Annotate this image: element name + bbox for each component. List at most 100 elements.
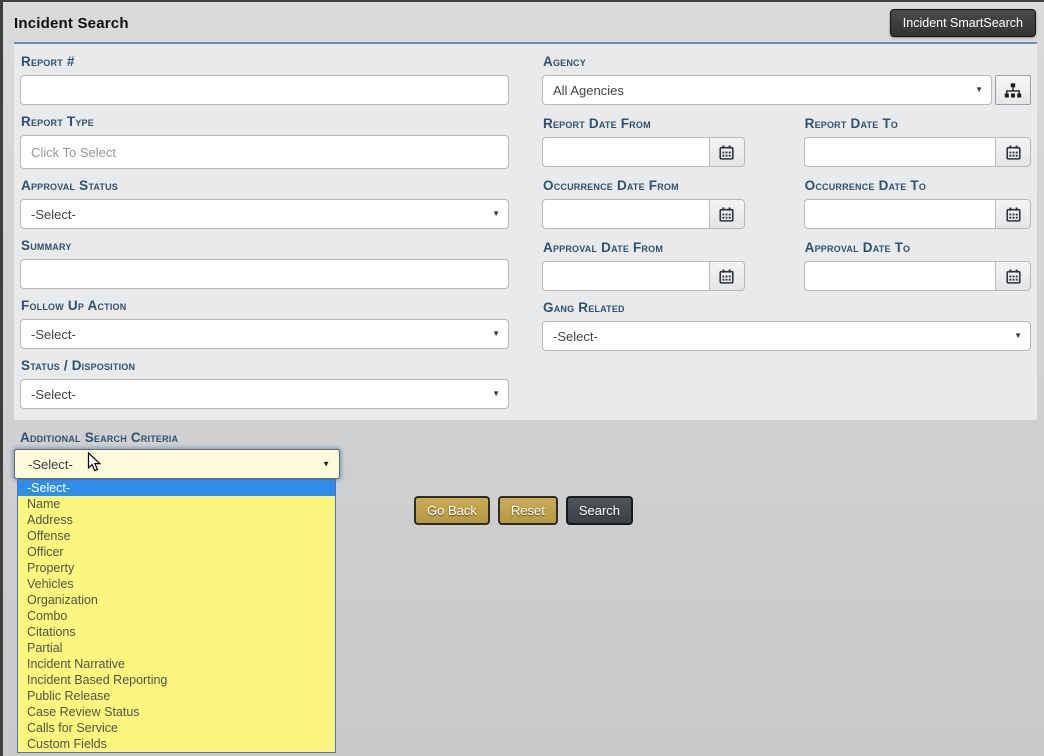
- dropdown-option[interactable]: Name: [18, 496, 335, 512]
- report-type-input[interactable]: [20, 135, 509, 169]
- status-disposition-label: Status / Disposition: [21, 358, 509, 373]
- gang-related-value: -Select-: [553, 329, 598, 344]
- sitemap-icon: [1004, 83, 1022, 98]
- follow-up-action-field: Follow Up Action -Select- ▼: [20, 298, 509, 349]
- dropdown-option[interactable]: Case Review Status: [18, 704, 335, 720]
- agency-field: Agency All Agencies ▼: [542, 54, 1031, 105]
- dropdown-option[interactable]: Partial: [18, 640, 335, 656]
- calendar-icon: [719, 145, 734, 160]
- report-date-to-label: Report Date To: [805, 116, 1031, 131]
- occurrence-date-to-label: Occurrence Date To: [805, 178, 1031, 193]
- report-date-row: Report Date From: [542, 114, 1031, 167]
- occurrence-date-from-input[interactable]: [542, 199, 709, 229]
- agency-value: All Agencies: [553, 83, 624, 98]
- approval-date-from-input[interactable]: [542, 261, 709, 291]
- occurrence-date-from-label: Occurrence Date From: [543, 178, 745, 193]
- additional-criteria-label: Additional Search Criteria: [20, 430, 340, 445]
- occurrence-date-to-field: Occurrence Date To: [804, 176, 1031, 229]
- dropdown-option[interactable]: Incident Narrative: [18, 656, 335, 672]
- report-date-to-input[interactable]: [804, 137, 995, 167]
- calendar-icon: [719, 207, 734, 222]
- agency-select[interactable]: All Agencies ▼: [542, 75, 992, 105]
- search-form-panel: Report # Report Type Approval Status -Se…: [14, 42, 1037, 420]
- report-date-from-field: Report Date From: [542, 114, 745, 167]
- dropdown-option[interactable]: Officer: [18, 544, 335, 560]
- status-disposition-field: Status / Disposition -Select- ▼: [20, 358, 509, 409]
- reset-button[interactable]: Reset: [498, 496, 558, 525]
- report-type-field: Report Type: [20, 114, 509, 169]
- dropdown-option[interactable]: Custom Fields: [18, 736, 335, 752]
- right-column: Agency All Agencies ▼: [542, 52, 1031, 418]
- follow-up-action-select[interactable]: -Select- ▼: [20, 319, 509, 349]
- dropdown-option[interactable]: Public Release: [18, 688, 335, 704]
- chevron-down-icon: ▼: [492, 390, 500, 398]
- report-date-to-field: Report Date To: [804, 114, 1031, 167]
- report-date-from-input[interactable]: [542, 137, 709, 167]
- dropdown-option[interactable]: Offense: [18, 528, 335, 544]
- follow-up-action-label: Follow Up Action: [21, 298, 509, 313]
- approval-date-from-label: Approval Date From: [543, 240, 745, 255]
- incident-search-page: Incident Search Incident SmartSearch Rep…: [0, 0, 1044, 756]
- agency-hierarchy-button[interactable]: [995, 75, 1031, 105]
- dropdown-option[interactable]: Calls for Service: [18, 720, 335, 736]
- report-date-to-calendar-button[interactable]: [995, 137, 1031, 167]
- status-disposition-value: -Select-: [31, 387, 76, 402]
- follow-up-action-value: -Select-: [31, 327, 76, 342]
- gang-related-field: Gang Related -Select- ▼: [542, 300, 1031, 351]
- approval-date-to-calendar-button[interactable]: [995, 261, 1031, 291]
- occurrence-date-from-field: Occurrence Date From: [542, 176, 745, 229]
- calendar-icon: [1006, 269, 1021, 284]
- chevron-down-icon: ▼: [322, 460, 330, 469]
- approval-status-value: -Select-: [31, 207, 76, 222]
- occurrence-date-from-calendar-button[interactable]: [709, 199, 745, 229]
- left-column: Report # Report Type Approval Status -Se…: [20, 52, 509, 418]
- search-button[interactable]: Search: [566, 496, 633, 525]
- additional-search-criteria-section: Additional Search Criteria -Select- ▼ -S…: [14, 430, 340, 479]
- additional-criteria-select[interactable]: -Select- ▼: [14, 449, 340, 479]
- additional-criteria-value: -Select-: [28, 457, 73, 472]
- summary-input[interactable]: [20, 259, 509, 289]
- occurrence-date-row: Occurrence Date From: [542, 176, 1031, 229]
- report-number-label: Report #: [21, 54, 509, 69]
- agency-label: Agency: [543, 54, 1031, 69]
- occurrence-date-to-input[interactable]: [804, 199, 995, 229]
- dropdown-option[interactable]: Organization: [18, 592, 335, 608]
- chevron-down-icon: ▼: [492, 210, 500, 218]
- calendar-icon: [719, 269, 734, 284]
- chevron-down-icon: ▼: [492, 330, 500, 338]
- dropdown-option[interactable]: Address: [18, 512, 335, 528]
- gang-related-select[interactable]: -Select- ▼: [542, 321, 1031, 351]
- approval-date-from-field: Approval Date From: [542, 238, 745, 291]
- incident-smartsearch-button[interactable]: Incident SmartSearch: [890, 9, 1036, 37]
- summary-field: Summary: [20, 238, 509, 289]
- approval-date-to-field: Approval Date To: [804, 238, 1031, 291]
- approval-date-to-label: Approval Date To: [805, 240, 1031, 255]
- approval-date-to-input[interactable]: [804, 261, 995, 291]
- report-date-from-calendar-button[interactable]: [709, 137, 745, 167]
- approval-date-from-calendar-button[interactable]: [709, 261, 745, 291]
- report-number-field: Report #: [20, 54, 509, 105]
- chevron-down-icon: ▼: [975, 86, 983, 94]
- calendar-icon: [1006, 207, 1021, 222]
- approval-date-row: Approval Date From: [542, 238, 1031, 291]
- go-back-button[interactable]: Go Back: [414, 496, 490, 525]
- approval-status-select[interactable]: -Select- ▼: [20, 199, 509, 229]
- dropdown-option[interactable]: -Select-: [18, 480, 335, 496]
- dropdown-option[interactable]: Incident Based Reporting: [18, 672, 335, 688]
- report-date-from-label: Report Date From: [543, 116, 745, 131]
- occurrence-date-to-calendar-button[interactable]: [995, 199, 1031, 229]
- report-type-label: Report Type: [21, 114, 509, 129]
- dropdown-option[interactable]: Vehicles: [18, 576, 335, 592]
- approval-status-label: Approval Status: [21, 178, 509, 193]
- dropdown-option[interactable]: Property: [18, 560, 335, 576]
- approval-status-field: Approval Status -Select- ▼: [20, 178, 509, 229]
- gang-related-label: Gang Related: [543, 300, 1031, 315]
- page-title: Incident Search: [14, 15, 129, 32]
- dropdown-option[interactable]: Citations: [18, 624, 335, 640]
- report-number-input[interactable]: [20, 75, 509, 105]
- dropdown-option[interactable]: Combo: [18, 608, 335, 624]
- summary-label: Summary: [21, 238, 509, 253]
- top-bar: Incident Search Incident SmartSearch: [3, 2, 1044, 42]
- status-disposition-select[interactable]: -Select- ▼: [20, 379, 509, 409]
- chevron-down-icon: ▼: [1014, 332, 1022, 340]
